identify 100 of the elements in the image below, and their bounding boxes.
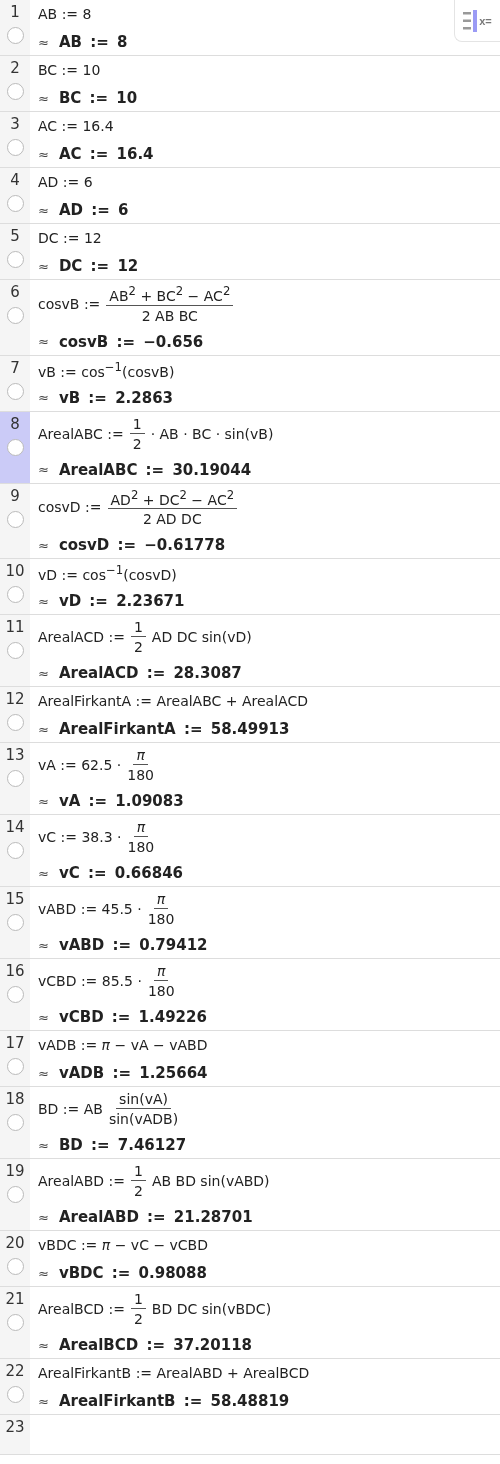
output-toggle-circle[interactable] bbox=[6, 195, 24, 212]
row-gutter[interactable]: 14 bbox=[0, 815, 30, 887]
output-result: vC := 0.66846 bbox=[58, 864, 184, 883]
row-gutter[interactable]: 11 bbox=[0, 615, 30, 687]
input-expression[interactable]: AB BD sin(vABD) bbox=[151, 1173, 270, 1190]
output-toggle-circle[interactable] bbox=[6, 382, 24, 400]
input-expression[interactable]: AC := 16.4 bbox=[38, 118, 114, 134]
input-expression[interactable]: AB := 8 bbox=[38, 6, 92, 22]
input-expression[interactable]: BD := AB bbox=[38, 1101, 103, 1118]
input-expression[interactable]: ArealBCD := bbox=[38, 1301, 125, 1318]
output-toggle-circle[interactable] bbox=[6, 139, 24, 156]
output-result: cosvB := −0.656 bbox=[58, 332, 204, 351]
input-expression[interactable]: BC := 10 bbox=[38, 62, 101, 78]
approx-sign: ≈ bbox=[38, 1265, 49, 1281]
output-result: vA := 1.09083 bbox=[58, 792, 184, 811]
input-expression[interactable]: ArealFirkantA := ArealABC + ArealACD bbox=[38, 693, 308, 710]
output-result: BD := 7.46127 bbox=[58, 1136, 187, 1155]
row-gutter[interactable]: 3 bbox=[0, 112, 30, 167]
row-gutter[interactable]: 4 bbox=[0, 168, 30, 223]
output-toggle-circle[interactable] bbox=[6, 1314, 24, 1332]
input-expression[interactable]: cosvB := bbox=[38, 295, 101, 312]
output-result: vADB := 1.25664 bbox=[58, 1064, 208, 1083]
output-result: ArealFirkantB := 58.48819 bbox=[58, 1392, 290, 1411]
approx-sign: ≈ bbox=[38, 334, 49, 350]
row-gutter[interactable]: 17 bbox=[0, 1031, 30, 1087]
row-gutter[interactable]: 21 bbox=[0, 1287, 30, 1359]
output-toggle-circle[interactable] bbox=[6, 27, 24, 44]
input-expression[interactable]: vC := 38.3 · bbox=[38, 829, 122, 846]
input-expression[interactable]: BD DC sin(vBDC) bbox=[151, 1301, 272, 1318]
fraction: π 180 bbox=[147, 963, 175, 1000]
input-expression[interactable]: ArealABD := bbox=[38, 1173, 125, 1190]
input-expression[interactable]: vD := cos$^{−1}$(cosvD) bbox=[38, 563, 177, 584]
output-toggle-circle[interactable] bbox=[6, 1258, 24, 1276]
input-expression[interactable]: DC := 12 bbox=[38, 230, 102, 246]
approx-sign: ≈ bbox=[38, 593, 49, 609]
output-toggle-circle[interactable] bbox=[6, 438, 24, 456]
row-number: 8 bbox=[10, 414, 20, 433]
output-toggle-circle[interactable] bbox=[6, 510, 24, 528]
row-gutter[interactable]: 13 bbox=[0, 743, 30, 815]
row-gutter[interactable]: 7 bbox=[0, 355, 30, 411]
row-gutter[interactable]: 5 bbox=[0, 224, 30, 279]
input-expression[interactable]: · AB · BC · sin(vB) bbox=[150, 425, 274, 442]
row-gutter[interactable]: 10 bbox=[0, 559, 30, 615]
output-toggle-circle[interactable] bbox=[6, 770, 24, 788]
fraction: 1 2 bbox=[130, 619, 146, 656]
input-expression[interactable]: vADB := π − vA − vABD bbox=[38, 1037, 208, 1054]
input-expression[interactable]: vCBD := 85.5 · bbox=[38, 973, 142, 990]
fraction: π 180 bbox=[127, 819, 155, 856]
row-gutter[interactable]: 20 bbox=[0, 1231, 30, 1287]
lines-icon bbox=[463, 9, 478, 32]
output-toggle-circle[interactable] bbox=[6, 914, 24, 932]
output-toggle-circle[interactable] bbox=[6, 1186, 24, 1204]
output-result: ArealABD := 21.28701 bbox=[58, 1208, 253, 1227]
input-expression[interactable]: vA := 62.5 · bbox=[38, 757, 122, 774]
output-toggle-circle[interactable] bbox=[6, 1058, 24, 1076]
row-gutter[interactable]: 8 bbox=[0, 411, 30, 483]
input-expression[interactable]: vB := cos$^{−1}$(cosvB) bbox=[38, 359, 175, 380]
input-expression[interactable]: vABD := 45.5 · bbox=[38, 901, 142, 918]
row-gutter[interactable]: 15 bbox=[0, 887, 30, 959]
row-gutter[interactable]: 16 bbox=[0, 959, 30, 1031]
output-toggle-circle[interactable] bbox=[6, 714, 24, 732]
row-gutter[interactable]: 2 bbox=[0, 56, 30, 111]
input-expression[interactable]: AD DC sin(vD) bbox=[151, 629, 252, 646]
row-gutter[interactable]: 22 bbox=[0, 1359, 30, 1415]
row-gutter[interactable]: 1 bbox=[0, 0, 30, 55]
output-result: AC := 16.4 bbox=[58, 145, 154, 163]
approx-sign: ≈ bbox=[38, 202, 49, 218]
row-gutter[interactable]: 23 bbox=[0, 1415, 30, 1455]
input-expression[interactable]: ArealACD := bbox=[38, 629, 125, 646]
input-expression[interactable]: AD := 6 bbox=[38, 174, 93, 190]
input-expression[interactable]: ArealFirkantB := ArealABD + ArealBCD bbox=[38, 1365, 310, 1382]
input-expression[interactable]: cosvD := bbox=[38, 499, 102, 516]
approx-sign: ≈ bbox=[38, 537, 49, 553]
output-toggle-circle[interactable] bbox=[6, 1114, 24, 1132]
output-toggle-circle[interactable] bbox=[6, 307, 24, 324]
row-gutter[interactable]: 9 bbox=[0, 483, 30, 559]
output-result: DC := 12 bbox=[58, 257, 139, 275]
row-gutter[interactable]: 19 bbox=[0, 1159, 30, 1231]
input-expression[interactable]: vBDC := π − vC − vCBD bbox=[38, 1237, 208, 1254]
row-gutter[interactable]: 6 bbox=[0, 280, 30, 355]
output-result: ArealBCD := 37.20118 bbox=[58, 1336, 252, 1355]
algebra-input-toggle[interactable]: x= bbox=[454, 0, 500, 42]
row-number: 20 bbox=[5, 1234, 25, 1253]
output-toggle-circle[interactable] bbox=[6, 83, 24, 100]
output-toggle-circle[interactable] bbox=[6, 842, 24, 860]
output-toggle-circle[interactable] bbox=[6, 586, 24, 604]
row-gutter[interactable]: 12 bbox=[0, 687, 30, 743]
output-result: vCBD := 1.49226 bbox=[58, 1008, 207, 1027]
fraction: π 180 bbox=[127, 747, 155, 784]
row-gutter[interactable]: 18 bbox=[0, 1087, 30, 1159]
output-toggle-circle[interactable] bbox=[6, 986, 24, 1004]
output-toggle-circle[interactable] bbox=[6, 642, 24, 660]
fraction: 1 2 bbox=[130, 1291, 146, 1328]
output-result: vBDC := 0.98088 bbox=[58, 1264, 207, 1283]
row-number: 10 bbox=[5, 562, 25, 581]
output-toggle-circle[interactable] bbox=[6, 1386, 24, 1404]
output-toggle-circle[interactable] bbox=[6, 251, 24, 268]
output-result: vD := 2.23671 bbox=[58, 592, 185, 611]
approx-sign: ≈ bbox=[38, 665, 49, 681]
input-expression[interactable]: ArealABC := bbox=[38, 425, 124, 442]
